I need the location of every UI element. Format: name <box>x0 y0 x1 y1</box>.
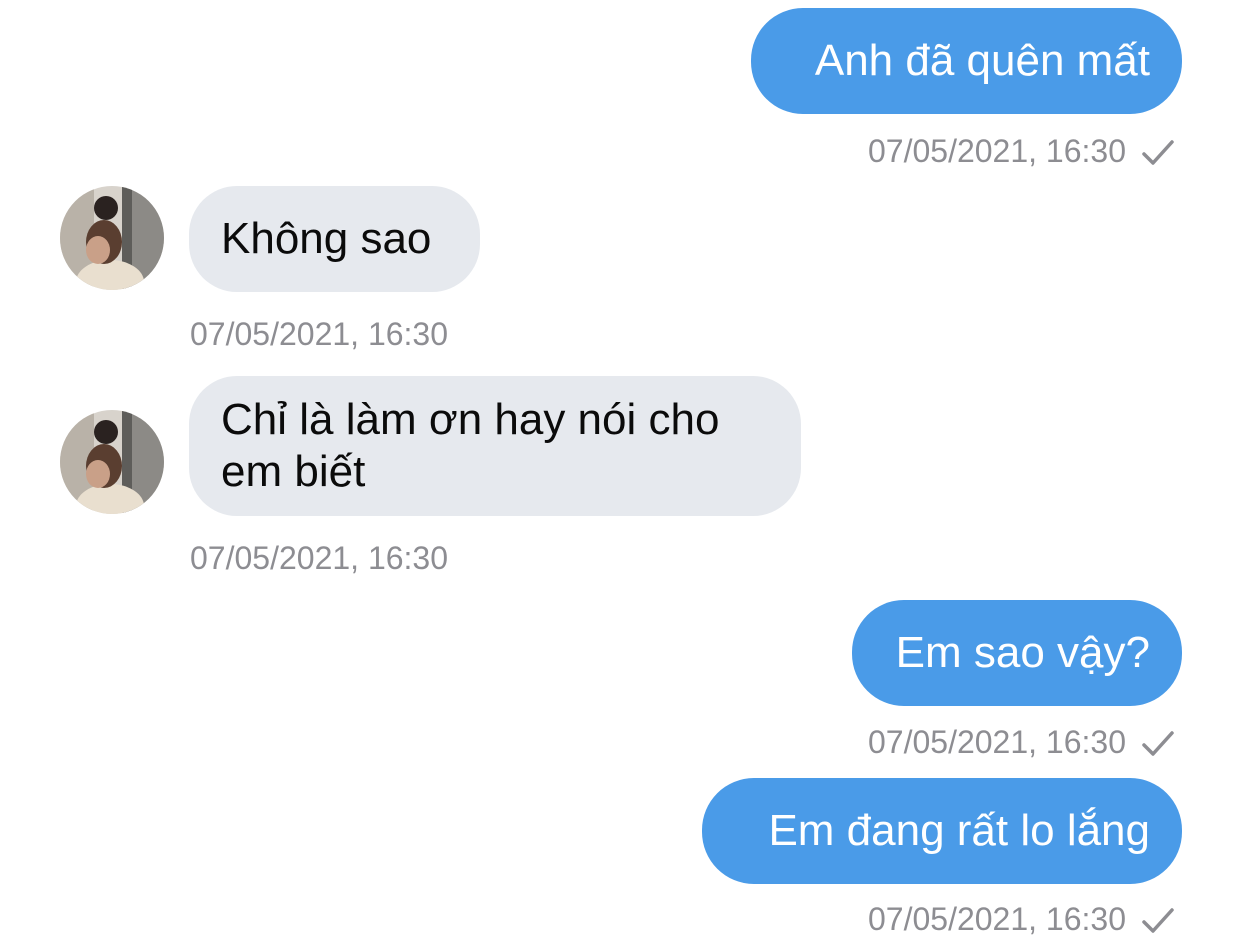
check-icon <box>1142 140 1174 165</box>
chat-thread: Anh đã quên mất 07/05/2021, 16:30 Không … <box>0 0 1242 940</box>
message-timestamp: 07/05/2021, 16:30 <box>867 724 1126 760</box>
contact-avatar[interactable] <box>60 410 164 514</box>
message-timestamp: 07/05/2021, 16:30 <box>190 316 449 352</box>
outgoing-message-bubble[interactable]: Em sao vậy? <box>852 600 1182 706</box>
incoming-message-bubble[interactable]: Chỉ là làm ơn hay nói cho em biết <box>189 376 801 516</box>
check-icon <box>1142 908 1174 933</box>
outgoing-message-bubble[interactable]: Anh đã quên mất <box>751 8 1182 114</box>
message-timestamp: 07/05/2021, 16:30 <box>190 540 449 576</box>
outgoing-message-bubble[interactable]: Em đang rất lo lắng <box>702 778 1182 884</box>
message-timestamp: 07/05/2021, 16:30 <box>867 901 1126 937</box>
check-icon <box>1142 731 1174 756</box>
incoming-message-bubble[interactable]: Không sao <box>189 186 480 292</box>
contact-avatar[interactable] <box>60 186 164 290</box>
message-timestamp: 07/05/2021, 16:30 <box>867 133 1126 169</box>
